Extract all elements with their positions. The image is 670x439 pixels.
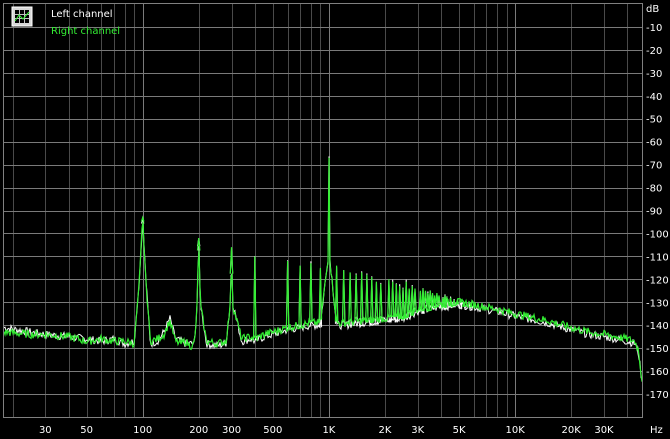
y-tick-label: -100 <box>646 229 669 240</box>
y-tick-label: -10 <box>646 23 662 34</box>
grid-icon[interactable] <box>11 6 33 27</box>
x-unit-label: Hz <box>650 425 663 436</box>
x-tick-label: 2K <box>379 425 392 436</box>
spectrum-chart: 30 50 100 200 300 500 1K 2K 3K 5K 10K 20K 30K -10 -20 -… <box>0 0 670 439</box>
y-tick-label: -50 <box>646 115 662 126</box>
x-tick-label: 300 <box>222 425 241 436</box>
x-tick-label: 200 <box>189 425 208 436</box>
y-tick-label: -120 <box>646 275 669 286</box>
y-tick-label: -60 <box>646 138 662 149</box>
x-tick-label: 10K <box>505 425 525 436</box>
y-tick-label: -110 <box>646 252 669 263</box>
x-tick-label: 5K <box>453 425 466 436</box>
legend-item-left-channel: Left channel <box>51 9 113 20</box>
x-tick-label: 30K <box>594 425 614 436</box>
x-tick-label: 30 <box>39 425 52 436</box>
y-tick-label: -140 <box>646 321 669 332</box>
x-tick-label: 3K <box>411 425 424 436</box>
y-tick-label: -160 <box>646 367 669 378</box>
x-tick-label: 500 <box>263 425 282 436</box>
y-tick-label: -130 <box>646 298 669 309</box>
y-tick-label: -170 <box>646 390 669 401</box>
y-tick-label: -30 <box>646 69 662 80</box>
y-tick-label: -150 <box>646 344 669 355</box>
chart-background <box>0 0 670 439</box>
x-tick-label: 1K <box>322 425 335 436</box>
x-tick-label: 100 <box>133 425 152 436</box>
y-tick-label: -90 <box>646 207 662 218</box>
x-tick-label: 20K <box>562 425 582 436</box>
y-unit-label: dB <box>646 4 659 15</box>
y-tick-label: -20 <box>646 46 662 57</box>
y-tick-label: -80 <box>646 184 662 195</box>
y-tick-label: -40 <box>646 92 662 103</box>
x-tick-label: 50 <box>80 425 93 436</box>
y-tick-label: -70 <box>646 161 662 172</box>
legend-item-right-channel: Right channel <box>51 26 120 37</box>
